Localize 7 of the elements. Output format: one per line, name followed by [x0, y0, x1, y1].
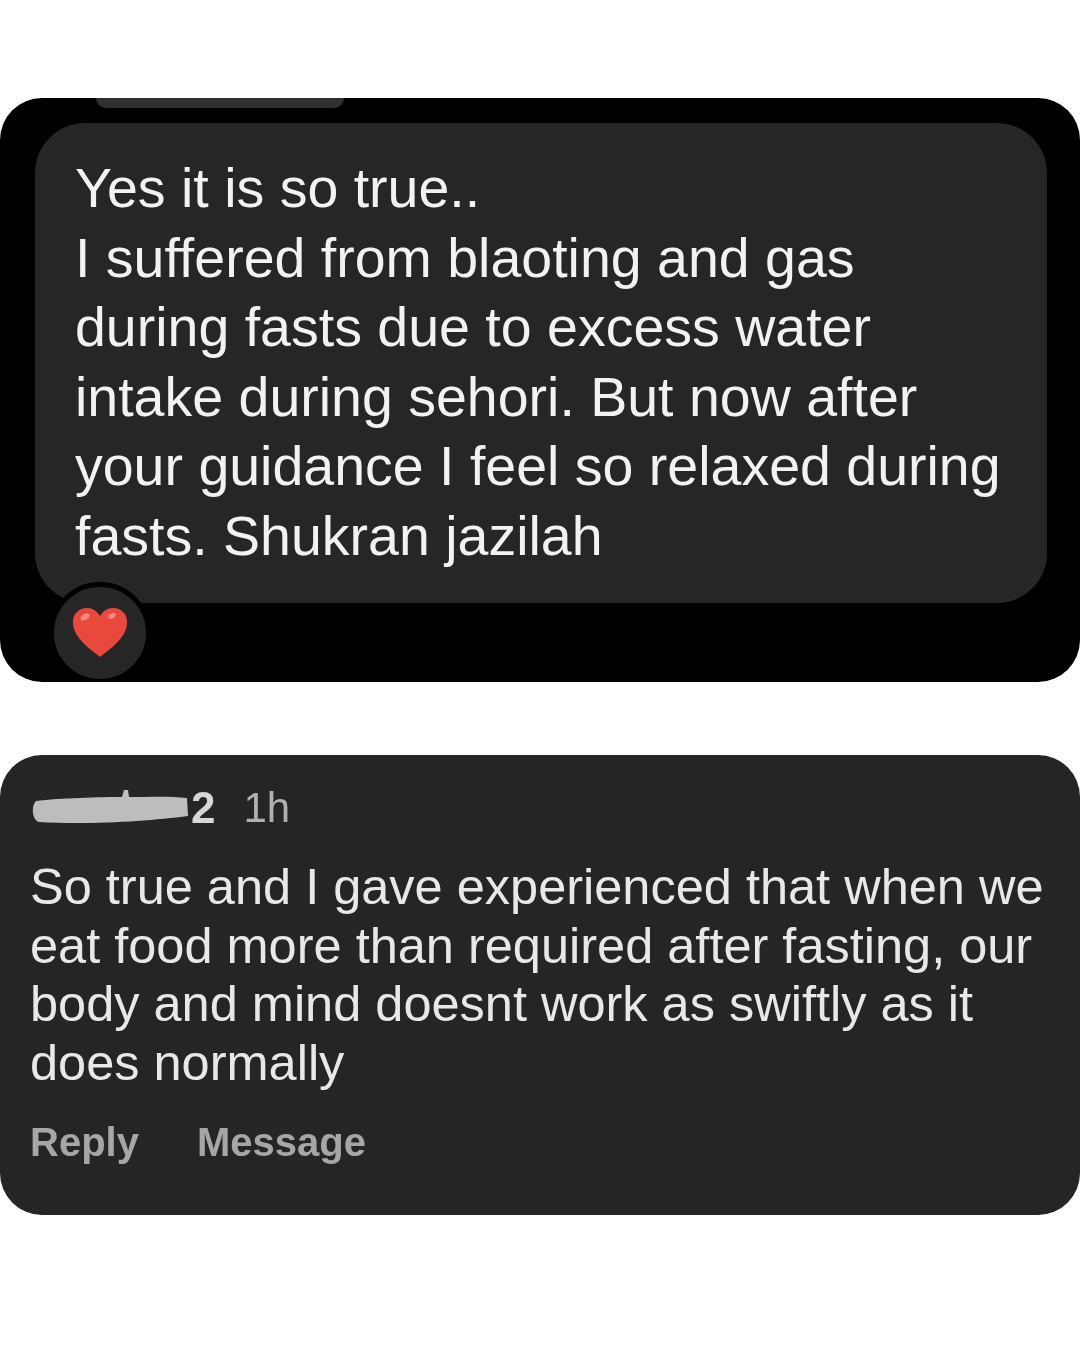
message-text: I suffered from blaoting and gas during fasts due to excess water intake during sehori. But now after your guidance I feel so relaxed during fasts. Shukran jazilah — [75, 225, 1002, 569]
username-text[interactable]: 2 — [191, 783, 216, 833]
reply-button[interactable]: Reply — [30, 1117, 139, 1167]
comment-time: 1h — [243, 783, 291, 833]
message-text: Yes it is so true.. — [75, 156, 482, 221]
message-button[interactable]: Message — [196, 1117, 366, 1167]
comment-text: So true and I gave experienced that when we eat food more than required after fasting, our body and mind doesnt work as swiftly as it does normally — [30, 858, 1045, 1092]
